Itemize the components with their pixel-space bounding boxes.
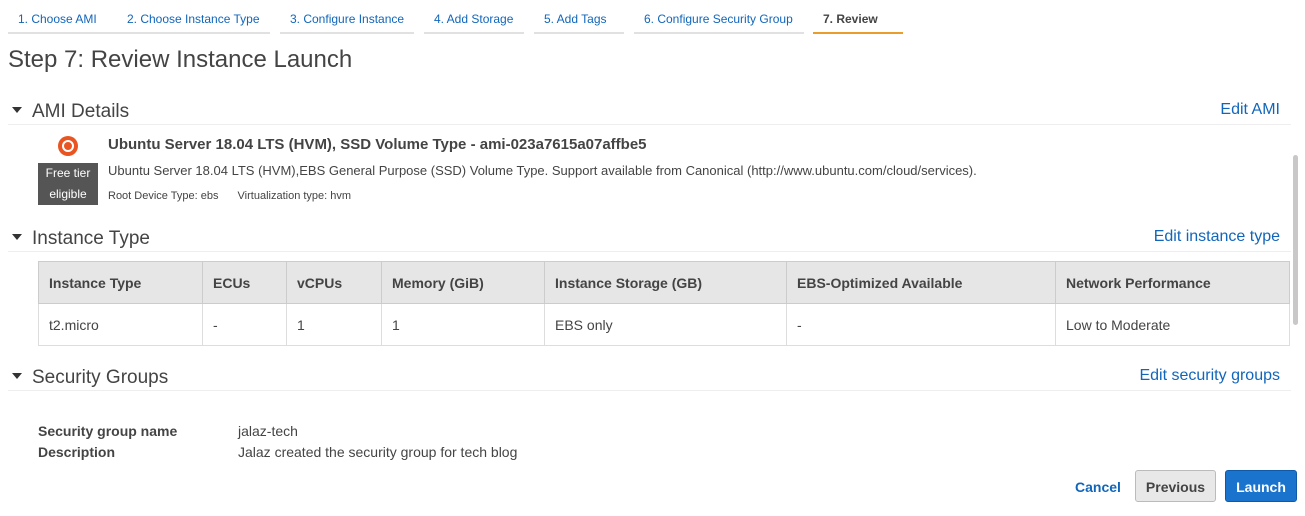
ami-details-header[interactable]: AMI Details Edit AMI <box>8 96 1291 125</box>
tab-add-storage[interactable]: 4. Add Storage <box>424 0 524 34</box>
cell-vcpus: 1 <box>286 303 382 346</box>
instance-type-header[interactable]: Instance Type Edit instance type <box>8 223 1291 252</box>
tab-add-tags[interactable]: 5. Add Tags <box>534 0 624 34</box>
edit-instance-type-link[interactable]: Edit instance type <box>1154 228 1280 246</box>
tab-configure-security-group[interactable]: 6. Configure Security Group <box>634 0 804 34</box>
ami-name: Ubuntu Server 18.04 LTS (HVM), SSD Volum… <box>108 136 647 153</box>
tab-review[interactable]: 7. Review <box>813 0 903 34</box>
free-tier-badge: Free tier eligible <box>38 163 98 205</box>
virtualization-type: Virtualization type: hvm <box>237 190 352 202</box>
instance-type-title: Instance Type <box>32 228 150 249</box>
col-network-performance: Network Performance <box>1055 261 1290 304</box>
edit-security-groups-link[interactable]: Edit security groups <box>1139 367 1280 385</box>
page-title: Step 7: Review Instance Launch <box>8 46 353 73</box>
security-group-name-value: jalaz-tech <box>238 423 298 439</box>
cancel-button[interactable]: Cancel <box>1075 479 1121 495</box>
cell-memory: 1 <box>381 303 545 346</box>
cell-ecus: - <box>202 303 287 346</box>
col-vcpus: vCPUs <box>286 261 382 304</box>
collapse-caret-icon[interactable] <box>12 373 22 379</box>
security-group-name-label: Security group name <box>38 423 178 439</box>
ami-details-title: AMI Details <box>32 101 130 122</box>
security-group-description-label: Description <box>38 444 116 460</box>
instance-type-table: Instance Type ECUs vCPUs Memory (GiB) In… <box>38 261 1290 346</box>
tab-configure-instance[interactable]: 3. Configure Instance <box>280 0 414 34</box>
tab-choose-ami[interactable]: 1. Choose AMI <box>8 0 118 34</box>
table-row: t2.micro - 1 1 EBS only - Low to Moderat… <box>38 303 1290 346</box>
previous-button[interactable]: Previous <box>1135 470 1216 502</box>
table-header-row: Instance Type ECUs vCPUs Memory (GiB) In… <box>38 261 1290 304</box>
security-group-description-value: Jalaz created the security group for tec… <box>238 444 518 460</box>
col-ecus: ECUs <box>202 261 287 304</box>
col-ebs-optimized: EBS-Optimized Available <box>786 261 1056 304</box>
free-tier-badge-line1: Free tier <box>45 166 91 180</box>
vertical-scrollbar[interactable] <box>1293 155 1298 325</box>
tab-choose-instance-type[interactable]: 2. Choose Instance Type <box>117 0 270 34</box>
edit-ami-link[interactable]: Edit AMI <box>1220 101 1280 119</box>
root-device-type: Root Device Type: ebs <box>108 190 219 202</box>
cell-instance-type: t2.micro <box>38 303 203 346</box>
col-instance-storage: Instance Storage (GB) <box>544 261 787 304</box>
security-groups-header[interactable]: Security Groups Edit security groups <box>8 362 1291 391</box>
col-memory: Memory (GiB) <box>381 261 545 304</box>
cell-instance-storage: EBS only <box>544 303 787 346</box>
ami-meta: Root Device Type: ebs Virtualization typ… <box>108 190 367 202</box>
review-content[interactable]: AMI Details Edit AMI Free tier eligible … <box>8 96 1291 460</box>
cell-ebs-optimized: - <box>786 303 1056 346</box>
free-tier-badge-line2: eligible <box>49 187 87 201</box>
footer-actions: Cancel Previous Launch <box>0 460 1305 516</box>
launch-button[interactable]: Launch <box>1225 470 1297 502</box>
ubuntu-logo-icon <box>58 136 78 156</box>
collapse-caret-icon[interactable] <box>12 107 22 113</box>
collapse-caret-icon[interactable] <box>12 234 22 240</box>
col-instance-type: Instance Type <box>38 261 203 304</box>
ami-description: Ubuntu Server 18.04 LTS (HVM),EBS Genera… <box>108 163 977 178</box>
security-groups-title: Security Groups <box>32 367 169 388</box>
cell-network-performance: Low to Moderate <box>1055 303 1290 346</box>
